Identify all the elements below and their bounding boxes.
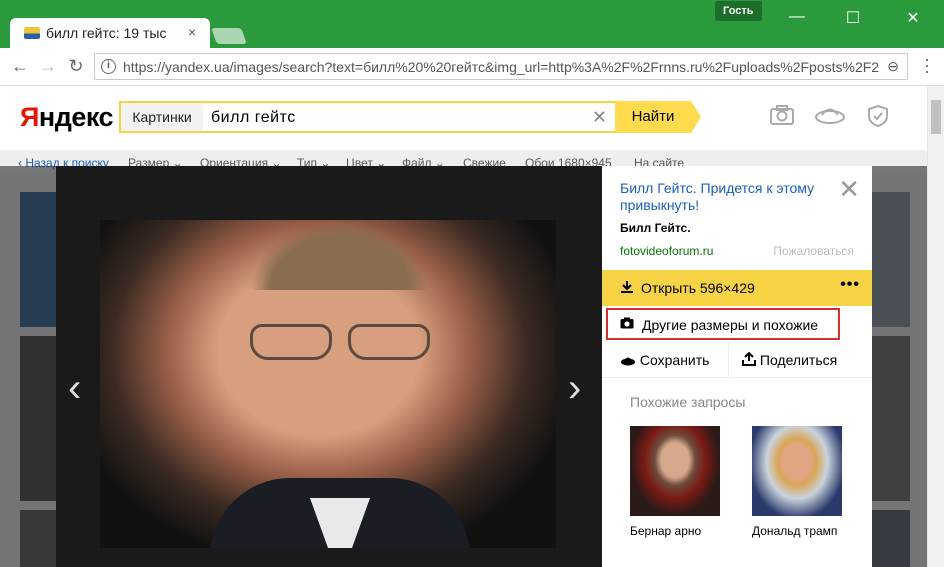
image-description: Билл Гейтс. [620, 221, 691, 235]
yandex-logo[interactable]: Яндекс [20, 102, 114, 133]
zoom-icon[interactable]: ⊖ [887, 58, 899, 75]
share-label: Поделиться [759, 352, 838, 368]
previous-image-icon[interactable]: ‹ [68, 366, 81, 411]
url-text[interactable]: https://yandex.ua/images/search?text=бил… [123, 59, 879, 75]
tab-close-icon[interactable]: × [188, 24, 196, 40]
scrollbar-thumb[interactable] [931, 100, 941, 134]
search-button[interactable]: Найти [615, 101, 701, 133]
related-query-thumbnail[interactable] [752, 426, 842, 516]
clear-search-icon[interactable]: ✕ [592, 107, 607, 128]
close-window-icon[interactable]: ✕ [898, 8, 928, 28]
related-queries-heading: Похожие запросы [630, 394, 746, 410]
yandex-images-favicon-icon [24, 27, 40, 39]
save-label: Сохранить [639, 352, 710, 368]
open-image-button[interactable]: Открыть 596×429 ••• [602, 270, 872, 306]
related-query-item[interactable]: Бернар арно [630, 426, 722, 538]
next-image-icon[interactable]: › [568, 366, 581, 411]
site-info-icon[interactable]: i [101, 59, 116, 74]
image-viewer: ‹ › Билл Гейтс. Придется к этому привыкн… [56, 166, 872, 567]
photo-hair [250, 220, 430, 290]
related-query-caption[interactable]: Бернар арно [630, 524, 722, 538]
forward-icon[interactable]: → [36, 56, 60, 77]
image-actions: Сохранить Поделиться [602, 342, 872, 378]
page-scrollbar[interactable] [927, 86, 944, 567]
other-sizes-similar-label: Другие размеры и похожие [642, 317, 819, 333]
image-info-panel: Билл Гейтс. Придется к этому привыкнуть!… [602, 166, 872, 567]
related-query-item[interactable]: Дональд трамп [752, 426, 844, 538]
source-site-link[interactable]: fotovideoforum.ru [620, 244, 713, 258]
tab-title: билл гейтс: 19 тыс [46, 25, 167, 41]
browser-toolbar: ← → ↻ i https://yandex.ua/images/search?… [0, 48, 944, 86]
search-bar: Картинки билл гейтс ✕ Найти [119, 101, 701, 133]
related-query-caption[interactable]: Дональд трамп [752, 524, 844, 538]
collections-icon[interactable] [814, 104, 845, 130]
minimize-icon[interactable]: — [782, 8, 812, 26]
close-viewer-icon[interactable]: ✕ [838, 174, 860, 205]
search-section-label[interactable]: Картинки [121, 103, 203, 131]
back-icon[interactable]: ← [8, 56, 32, 77]
new-tab-button[interactable] [211, 28, 247, 44]
shield-icon[interactable] [864, 104, 892, 130]
photo-glasses [250, 324, 430, 360]
search-input[interactable]: билл гейтс [211, 109, 296, 127]
yandex-page: Яндекс Картинки билл гейтс ✕ Найти ‹ Наз… [0, 86, 944, 567]
download-icon [620, 280, 634, 297]
camera-search-icon[interactable] [768, 104, 796, 130]
actions-divider [728, 342, 729, 378]
reload-icon[interactable]: ↻ [64, 56, 88, 77]
image-title-link[interactable]: Билл Гейтс. Придется к этому привыкнуть! [620, 180, 832, 214]
browser-menu-icon[interactable]: · · · [924, 50, 930, 80]
preview-image[interactable] [100, 220, 556, 548]
report-link[interactable]: Пожаловаться [773, 244, 854, 258]
address-bar[interactable]: i https://yandex.ua/images/search?text=б… [94, 53, 908, 80]
related-query-thumbnail[interactable] [630, 426, 720, 516]
camera-icon [620, 317, 634, 332]
maximize-icon[interactable]: ☐ [838, 8, 868, 28]
other-sizes-similar-button[interactable]: Другие размеры и похожие [606, 308, 840, 340]
save-button[interactable]: Сохранить [620, 352, 709, 368]
share-button[interactable]: Поделиться [742, 351, 838, 368]
more-options-icon[interactable]: ••• [840, 276, 860, 294]
browser-tab[interactable]: билл гейтс: 19 тыс × [10, 18, 210, 48]
guest-profile-badge[interactable]: Гость [715, 1, 762, 21]
open-image-label: Открыть 596×429 [641, 280, 755, 296]
cloud-icon [621, 357, 635, 366]
browser-titlebar: билл гейтс: 19 тыс × Гость — ☐ ✕ [0, 0, 944, 48]
share-icon [742, 351, 756, 366]
